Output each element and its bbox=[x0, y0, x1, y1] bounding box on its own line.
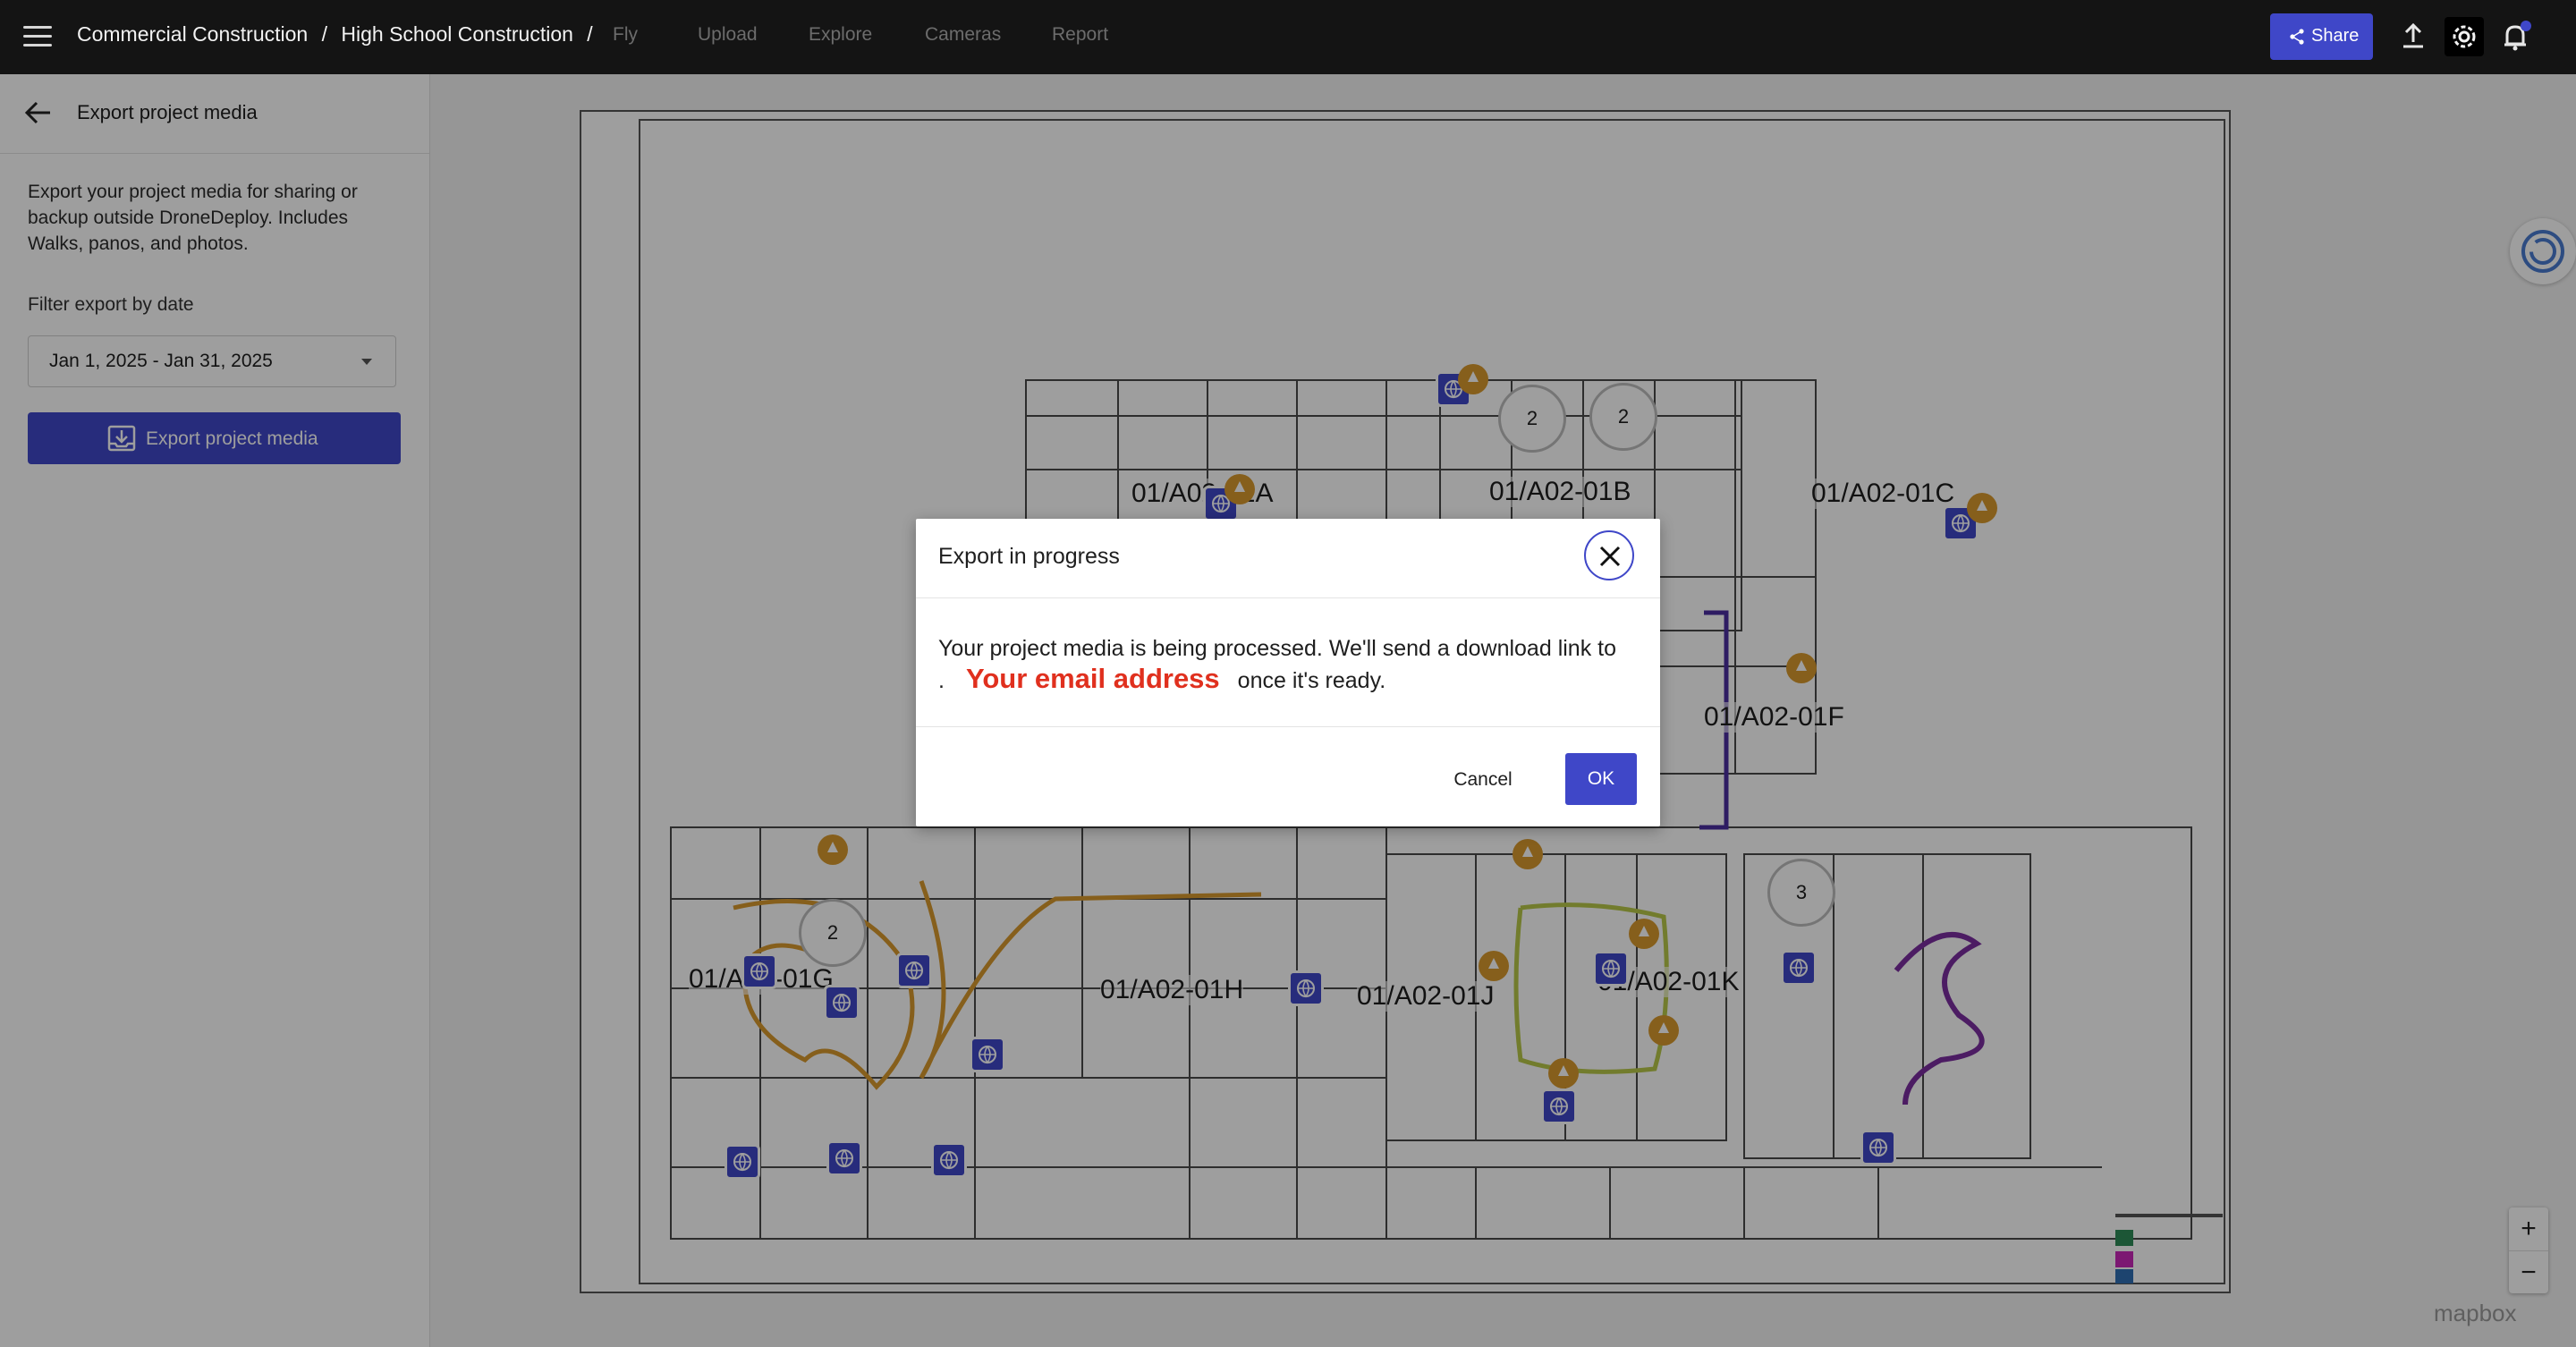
dialog-message-suffix: once it's ready. bbox=[1237, 668, 1386, 693]
export-progress-dialog: Export in progress Your project media is… bbox=[916, 519, 1660, 826]
gear-icon[interactable] bbox=[2445, 17, 2484, 56]
breadcrumb-project[interactable]: High School Construction bbox=[341, 22, 573, 46]
cancel-button[interactable]: Cancel bbox=[1443, 760, 1523, 800]
notification-dot bbox=[2521, 21, 2531, 31]
close-icon bbox=[1599, 546, 1621, 567]
share-button[interactable]: Share bbox=[2270, 13, 2373, 60]
menu-icon[interactable] bbox=[23, 24, 54, 49]
nav-report[interactable]: Report bbox=[1052, 24, 1108, 46]
top-bar: Commercial Construction / High School Co… bbox=[0, 0, 2576, 74]
notifications-bell-icon[interactable] bbox=[2496, 17, 2535, 56]
close-button[interactable] bbox=[1584, 530, 1634, 580]
nav-upload[interactable]: Upload bbox=[698, 24, 758, 46]
share-label: Share bbox=[2311, 26, 2360, 46]
share-icon bbox=[2290, 29, 2304, 45]
breadcrumb: Commercial Construction / High School Co… bbox=[77, 22, 601, 47]
upload-icon[interactable] bbox=[2394, 17, 2433, 56]
nav-cameras[interactable]: Cameras bbox=[925, 24, 1001, 46]
email-address-placeholder: Your email address bbox=[965, 663, 1220, 694]
dialog-divider bbox=[916, 726, 1660, 727]
ok-button[interactable]: OK bbox=[1565, 753, 1637, 805]
dialog-title: Export in progress bbox=[938, 544, 1120, 569]
nav-fly[interactable]: Fly bbox=[613, 24, 638, 46]
nav-explore[interactable]: Explore bbox=[809, 24, 872, 46]
dialog-divider bbox=[916, 597, 1660, 598]
breadcrumb-org[interactable]: Commercial Construction bbox=[77, 22, 308, 46]
dialog-message: Your project media is being processed. W… bbox=[938, 633, 1645, 696]
breadcrumb-separator: / bbox=[587, 22, 593, 46]
breadcrumb-separator: / bbox=[321, 22, 327, 46]
